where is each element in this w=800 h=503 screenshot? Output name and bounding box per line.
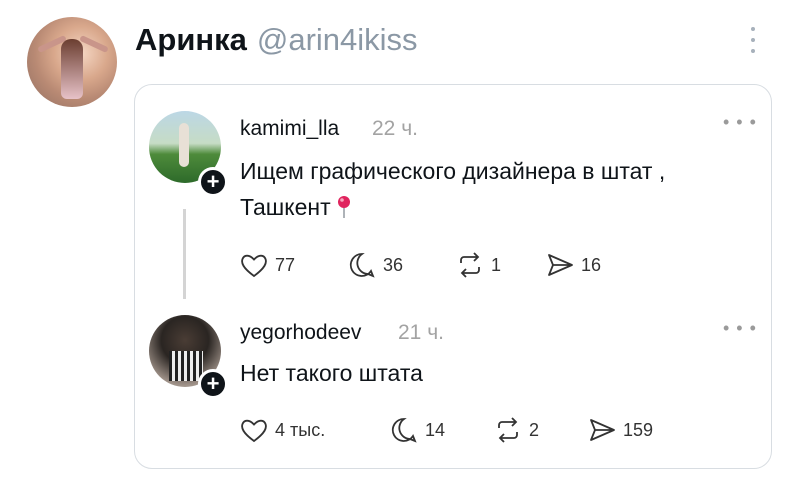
author-display-name[interactable]: Аринка — [135, 22, 247, 58]
like-count: 4 тыс. — [275, 419, 326, 440]
follow-plus-icon[interactable]: + — [198, 369, 228, 399]
repost-count: 1 — [491, 254, 502, 275]
avatar-photo-detail — [79, 34, 109, 54]
post-text-content: Нет такого штата — [240, 360, 423, 386]
post-username[interactable]: kamimi_lla — [240, 117, 339, 141]
share-button[interactable]: 16 — [545, 250, 601, 280]
heart-icon — [241, 254, 267, 278]
repost-button[interactable]: 2 — [493, 415, 587, 445]
like-button[interactable]: 4 тыс. — [239, 415, 389, 445]
post-time: 21 ч. — [398, 321, 444, 344]
post-text-content: Ищем графического дизайнера в штат , Таш… — [240, 158, 666, 220]
reply-button[interactable]: 14 — [389, 415, 493, 445]
post-time: 22 ч. — [372, 117, 418, 140]
author-handle[interactable]: @arin4ikiss — [257, 22, 418, 58]
more-icon[interactable]: • • • — [723, 112, 757, 133]
avatar-photo-detail — [61, 39, 83, 99]
repost-icon — [498, 417, 518, 443]
avatar-photo-detail — [169, 351, 203, 381]
reply-count: 36 — [383, 254, 404, 275]
comment-icon — [391, 418, 417, 443]
repost-icon — [460, 252, 480, 278]
tweet-header: Аринка @arin4ikiss — [135, 22, 418, 62]
avatar-photo-detail — [179, 123, 189, 167]
send-icon — [590, 419, 615, 441]
more-icon[interactable]: • • • — [723, 318, 757, 339]
post-actions: 77 36 1 16 — [239, 250, 601, 280]
repost-button[interactable]: 1 — [455, 250, 545, 280]
post-text: Ищем графического дизайнера в штат , Таш… — [240, 153, 760, 225]
comment-icon — [349, 253, 375, 278]
thread-connector — [183, 209, 186, 299]
share-count: 16 — [581, 254, 602, 275]
share-button[interactable]: 159 — [587, 415, 653, 445]
author-avatar[interactable] — [27, 17, 117, 107]
share-count: 159 — [623, 419, 654, 440]
repost-count: 2 — [529, 419, 540, 440]
pin-icon — [337, 196, 350, 218]
post-actions: 4 тыс. 14 2 159 — [239, 415, 653, 445]
send-icon — [548, 254, 573, 276]
post-text: Нет такого штата — [240, 355, 423, 391]
like-count: 77 — [275, 254, 296, 275]
reply-count: 14 — [425, 419, 446, 440]
more-options-icon[interactable] — [747, 27, 759, 53]
post-username[interactable]: yegorhodeev — [240, 321, 361, 345]
heart-icon — [241, 419, 267, 443]
embedded-threads-screenshot: + kamimi_lla 22 ч. • • • Ищем графическо… — [134, 84, 772, 469]
reply-button[interactable]: 36 — [347, 250, 455, 280]
like-button[interactable]: 77 — [239, 250, 347, 280]
follow-plus-icon[interactable]: + — [198, 167, 228, 197]
